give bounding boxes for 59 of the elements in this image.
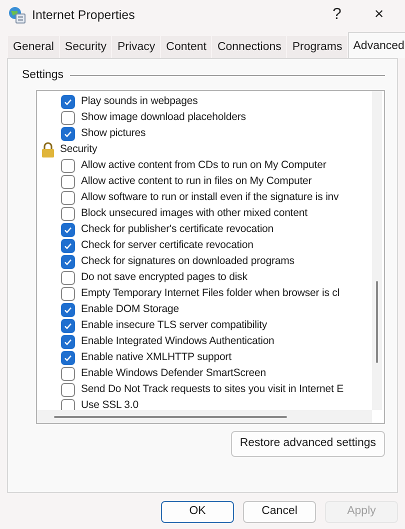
help-button[interactable]: ? — [319, 0, 355, 30]
setting-label: Empty Temporary Internet Files folder when browser is cl — [81, 286, 340, 302]
checkbox[interactable] — [61, 303, 75, 318]
setting-label: Use SSL 3.0 — [81, 398, 138, 414]
tab[interactable]: Programs — [287, 36, 348, 58]
window-title: Internet Properties — [32, 6, 136, 24]
restore-button[interactable]: Restore advanced settings — [230, 431, 385, 456]
setting-label: Do not save encrypted pages to disk — [81, 270, 248, 286]
scrollbar-thumb[interactable] — [54, 416, 287, 418]
close-button[interactable]: × — [361, 0, 397, 30]
setting-label: Enable DOM Storage — [81, 302, 180, 318]
setting-label: Check for signatures on downloaded programs — [81, 254, 294, 270]
checkbox[interactable] — [61, 207, 75, 222]
setting-label: Check for server certificate revocation — [81, 238, 254, 254]
checkbox[interactable] — [61, 127, 75, 142]
tab[interactable]: General — [8, 36, 59, 58]
internet-properties-icon — [8, 6, 26, 24]
checkbox[interactable] — [61, 159, 75, 174]
checkbox[interactable] — [61, 95, 75, 110]
setting-label: Show image download placeholders — [81, 110, 246, 126]
setting-label: Enable Integrated Windows Authentication — [81, 334, 274, 350]
setting-label: Allow active content to run in files on My Computer — [81, 174, 312, 190]
checkbox[interactable] — [61, 319, 75, 334]
settings-list[interactable] — [36, 90, 385, 424]
checkbox[interactable] — [61, 191, 75, 206]
dialog-button[interactable]: Cancel — [243, 500, 316, 522]
checkbox[interactable] — [61, 271, 75, 286]
lock-icon — [41, 142, 55, 158]
scrollbar-thumb[interactable] — [376, 281, 378, 364]
vertical-scrollbar[interactable] — [372, 91, 382, 410]
setting-label: Check for publisher's certificate revocation — [81, 222, 274, 238]
checkbox[interactable] — [61, 239, 75, 254]
group-heading: Security — [60, 142, 98, 158]
setting-label: Send Do Not Track requests to sites you visit in Internet E — [81, 382, 344, 398]
setting-label: Allow active content from CDs to run on My Computer — [81, 158, 326, 174]
tab[interactable]: Content — [161, 36, 212, 58]
checkbox[interactable] — [61, 223, 75, 238]
setting-label: Enable insecure TLS server compatibility — [81, 318, 268, 334]
horizontal-scrollbar[interactable] — [37, 410, 372, 424]
tab[interactable]: Privacy — [112, 36, 160, 58]
checkbox[interactable] — [61, 351, 75, 366]
checkbox[interactable] — [61, 111, 75, 126]
dialog-button[interactable]: OK — [161, 500, 234, 522]
setting-label: Play sounds in webpages — [81, 94, 198, 110]
group-label: Settings — [22, 68, 64, 83]
setting-label: Enable native XMLHTTP support — [81, 350, 232, 366]
checkbox[interactable] — [61, 175, 75, 190]
tab[interactable]: Connections — [212, 36, 286, 58]
checkbox[interactable] — [61, 255, 75, 270]
setting-label: Allow software to run or install even if the signature is inv — [81, 190, 339, 206]
checkbox[interactable] — [61, 335, 75, 350]
setting-label: Block unsecured images with other mixed content — [81, 206, 308, 222]
checkbox[interactable] — [61, 367, 75, 382]
setting-label: Show pictures — [81, 126, 146, 142]
tab[interactable]: Advanced — [348, 32, 405, 58]
tab[interactable]: Security — [60, 36, 112, 58]
checkbox[interactable] — [61, 287, 75, 302]
checkbox[interactable] — [61, 383, 75, 398]
setting-label: Enable Windows Defender SmartScreen — [81, 366, 266, 382]
